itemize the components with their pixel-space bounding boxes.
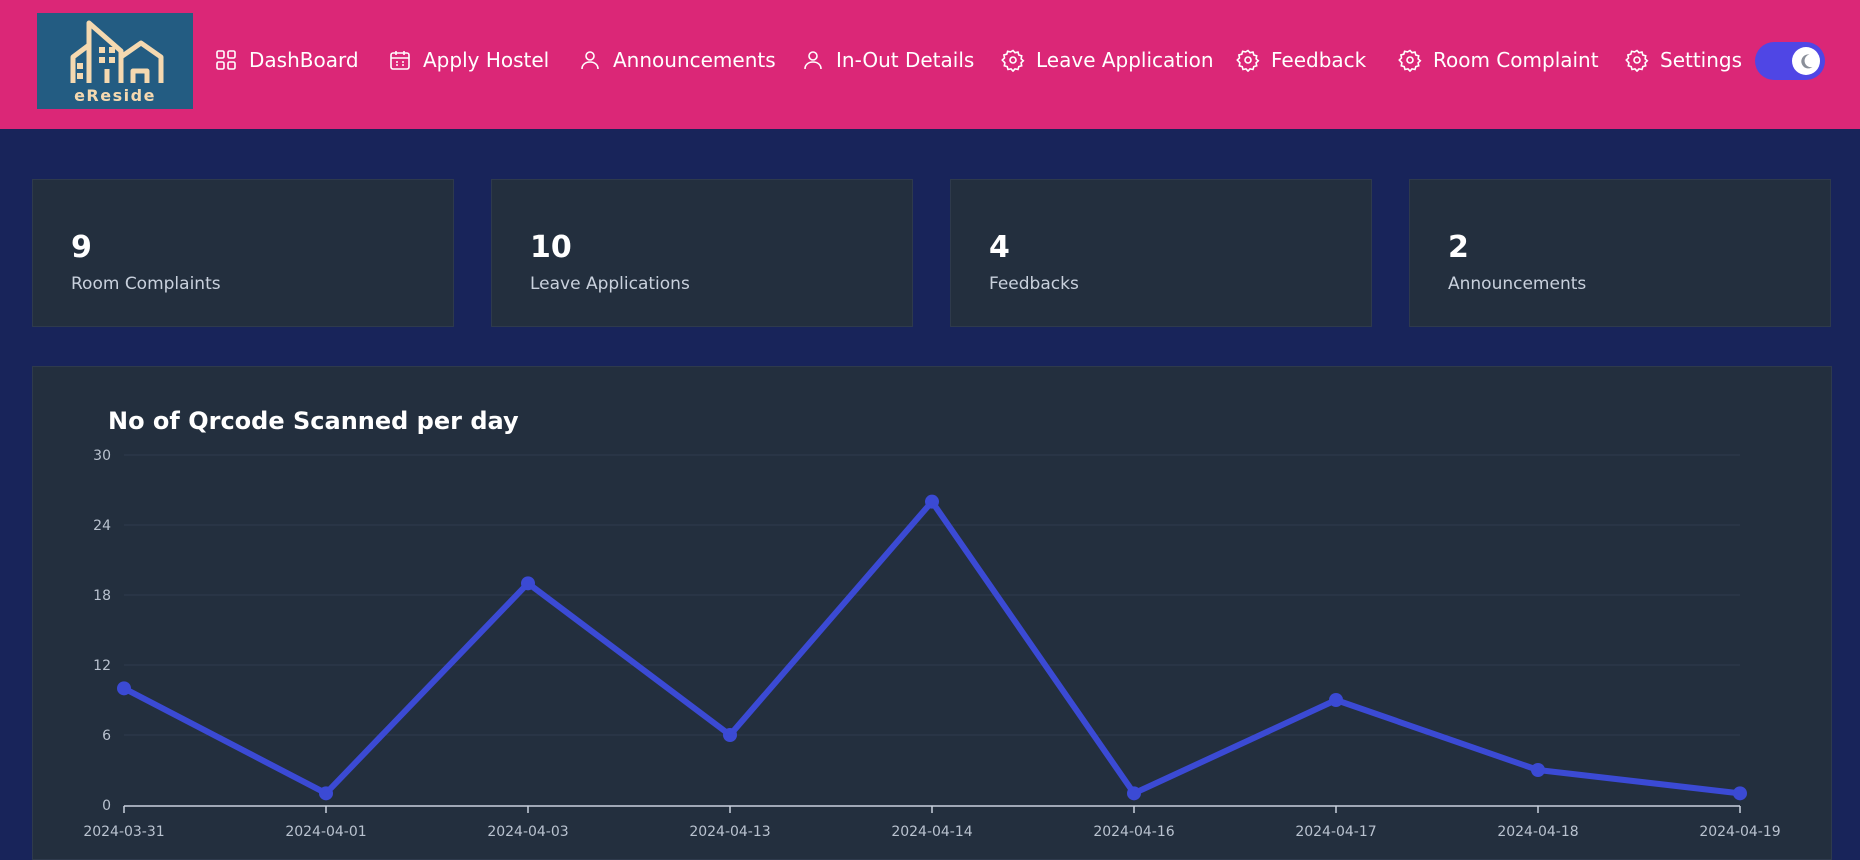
y-tick-label: 18 xyxy=(93,588,111,604)
gear-icon xyxy=(1000,47,1026,73)
stat-value: 10 xyxy=(530,230,572,265)
x-tick-label: 2024-04-17 xyxy=(1295,824,1376,840)
nav-settings[interactable]: Settings xyxy=(1624,44,1742,76)
data-point xyxy=(521,576,535,591)
nav-announcements[interactable]: Announcements xyxy=(577,44,776,76)
nav-dashboard[interactable]: DashBoard xyxy=(213,44,359,76)
x-tick-label: 2024-04-19 xyxy=(1699,824,1780,840)
moon-icon xyxy=(1801,54,1813,69)
x-tick-label: 2024-04-03 xyxy=(487,824,568,840)
stat-label: Feedbacks xyxy=(989,274,1079,294)
x-tick-label: 2024-04-18 xyxy=(1497,824,1578,840)
grid-icon xyxy=(213,47,239,73)
nav-feedback[interactable]: Feedback xyxy=(1235,44,1366,76)
y-tick-label: 6 xyxy=(102,728,111,744)
user-icon xyxy=(800,47,826,73)
data-point xyxy=(925,494,939,509)
calendar-icon xyxy=(387,47,413,73)
nav-label: In-Out Details xyxy=(836,48,975,72)
nav-label: Room Complaint xyxy=(1433,48,1599,72)
theme-toggle[interactable] xyxy=(1755,42,1825,80)
nav-apply-hostel[interactable]: Apply Hostel xyxy=(387,44,549,76)
data-point xyxy=(319,786,333,801)
data-point xyxy=(117,681,131,696)
nav-label: Feedback xyxy=(1271,48,1367,72)
nav-label: Leave Application xyxy=(1036,48,1214,72)
gear-icon xyxy=(1235,47,1261,73)
stat-label: Leave Applications xyxy=(530,274,690,294)
y-tick-label: 0 xyxy=(102,798,111,814)
nav-label: Apply Hostel xyxy=(423,48,550,72)
y-tick-label: 12 xyxy=(93,658,111,674)
stat-value: 2 xyxy=(1448,230,1469,265)
qrcode-scans-line-chart: 0 6 12 18 24 30 2024-03-31 2024-04-01 2024-04-03… xyxy=(83,448,1780,840)
x-tick-label: 2024-04-01 xyxy=(285,824,366,840)
data-point xyxy=(1127,786,1141,801)
data-point xyxy=(1733,786,1747,801)
x-tick-label: 2024-03-31 xyxy=(83,824,164,840)
logo-text: eReside xyxy=(74,86,156,105)
series-line xyxy=(121,498,1743,797)
stat-value: 4 xyxy=(989,230,1010,265)
app-logo[interactable]: eReside xyxy=(37,13,193,109)
nav-leave-application[interactable]: Leave Application xyxy=(1000,44,1214,76)
toggle-knob xyxy=(1792,47,1820,75)
y-tick-label: 30 xyxy=(93,448,111,464)
data-point xyxy=(1531,763,1545,777)
nav-in-out-details[interactable]: In-Out Details xyxy=(800,44,974,76)
x-tick-label: 2024-04-13 xyxy=(689,824,770,840)
stat-label: Room Complaints xyxy=(71,274,221,294)
nav-label: DashBoard xyxy=(249,48,359,72)
nav-room-complaint[interactable]: Room Complaint xyxy=(1397,44,1599,76)
user-icon xyxy=(577,47,603,73)
stat-card-leave-applications[interactable]: 10 Leave Applications xyxy=(491,179,913,327)
gear-icon xyxy=(1624,47,1650,73)
chart-panel: No of Qrcode Scanned per day 0 6 12 18 24 30 2… xyxy=(32,366,1832,860)
nav-label: Settings xyxy=(1660,48,1743,72)
stat-card-room-complaints[interactable]: 9 Room Complaints xyxy=(32,179,454,327)
stat-label: Announcements xyxy=(1448,274,1587,294)
x-tick-label: 2024-04-16 xyxy=(1093,824,1174,840)
data-point xyxy=(1329,693,1343,707)
x-tick-label: 2024-04-14 xyxy=(891,824,972,840)
top-navbar: eReside DashBoard Apply Hostel Announcem… xyxy=(0,0,1860,129)
y-tick-label: 24 xyxy=(93,518,111,534)
gear-icon xyxy=(1397,47,1423,73)
nav-label: Announcements xyxy=(613,48,776,72)
data-point xyxy=(723,728,737,742)
stat-value: 9 xyxy=(71,230,92,265)
stat-card-feedbacks[interactable]: 4 Feedbacks xyxy=(950,179,1372,327)
stat-card-announcements[interactable]: 2 Announcements xyxy=(1409,179,1831,327)
